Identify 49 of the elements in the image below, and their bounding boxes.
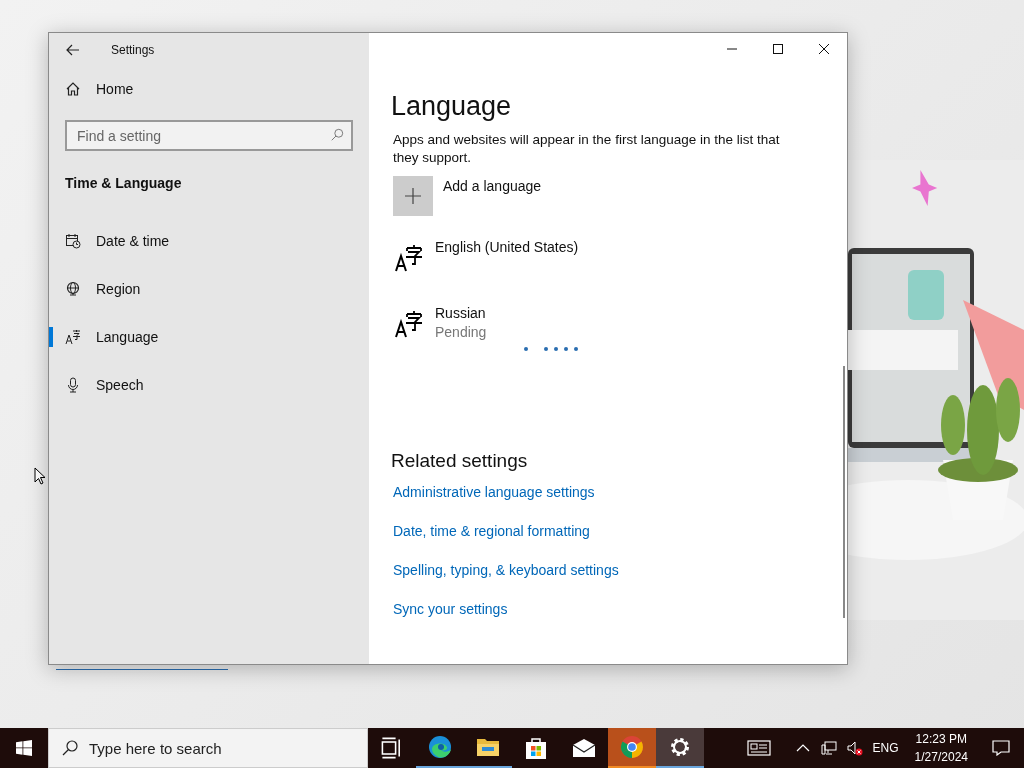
page-title: Language (391, 90, 512, 123)
section-heading: Time & Language (64, 175, 183, 191)
search-icon (330, 128, 344, 142)
language-name: English (United States) (435, 239, 579, 255)
microphone-icon (65, 377, 81, 393)
chrome-icon (620, 735, 644, 759)
notification-icon[interactable] (992, 740, 1010, 756)
edge-icon (428, 735, 452, 759)
related-link[interactable]: Date, time & regional formatting (393, 521, 590, 541)
search-field[interactable]: Find a setting (65, 120, 353, 151)
calendar-clock-icon (65, 233, 81, 249)
sidebar-item[interactable]: Language (49, 313, 369, 361)
plus-icon (404, 187, 422, 205)
input-language[interactable]: ENG (872, 741, 899, 755)
language-icon (395, 244, 423, 272)
windows-logo-icon (16, 740, 32, 756)
taskbar-search-field[interactable]: Type here to search (48, 728, 368, 768)
home-icon (65, 81, 81, 97)
network-icon[interactable] (820, 740, 837, 756)
mouse-pointer-icon (34, 467, 46, 485)
window-title: Settings (111, 43, 155, 57)
sidebar-item[interactable]: Region (49, 265, 369, 313)
volume-muted-icon[interactable] (846, 740, 863, 756)
language-icon (65, 329, 81, 345)
scrollbar[interactable] (843, 366, 845, 618)
back-icon[interactable] (65, 42, 81, 58)
related-settings-heading: Related settings (391, 450, 528, 472)
description: Apps and websites will appear in the first language in the list that they support. (393, 131, 781, 167)
add-language-link[interactable]: Add a language (443, 178, 542, 194)
installed-language-row[interactable]: Russian Pending (395, 308, 487, 348)
news-icon[interactable] (746, 740, 771, 756)
related-link[interactable]: Sync your settings (393, 599, 508, 619)
shopping-bag-icon (524, 736, 548, 760)
progress-dots (523, 346, 579, 352)
taskbar-app[interactable] (656, 728, 704, 768)
language-icon (395, 310, 423, 338)
globe-icon (65, 281, 81, 297)
related-link[interactable]: Spelling, typing, & keyboard settings (393, 560, 619, 580)
gear-icon (668, 735, 692, 759)
search-icon (62, 740, 78, 756)
related-link[interactable]: Administrative language settings (393, 482, 595, 502)
envelope-icon (572, 736, 596, 760)
home-item[interactable]: Home (49, 73, 369, 105)
sidebar-item[interactable]: Speech (49, 361, 369, 409)
installed-language-row[interactable]: English (United States) (395, 242, 579, 282)
sidebar-item[interactable]: Date & time (49, 217, 369, 265)
language-status: Pending (435, 324, 487, 340)
language-name: Russian (435, 305, 487, 321)
clock[interactable]: 12:23 PM 1/27/2024 (908, 730, 974, 766)
